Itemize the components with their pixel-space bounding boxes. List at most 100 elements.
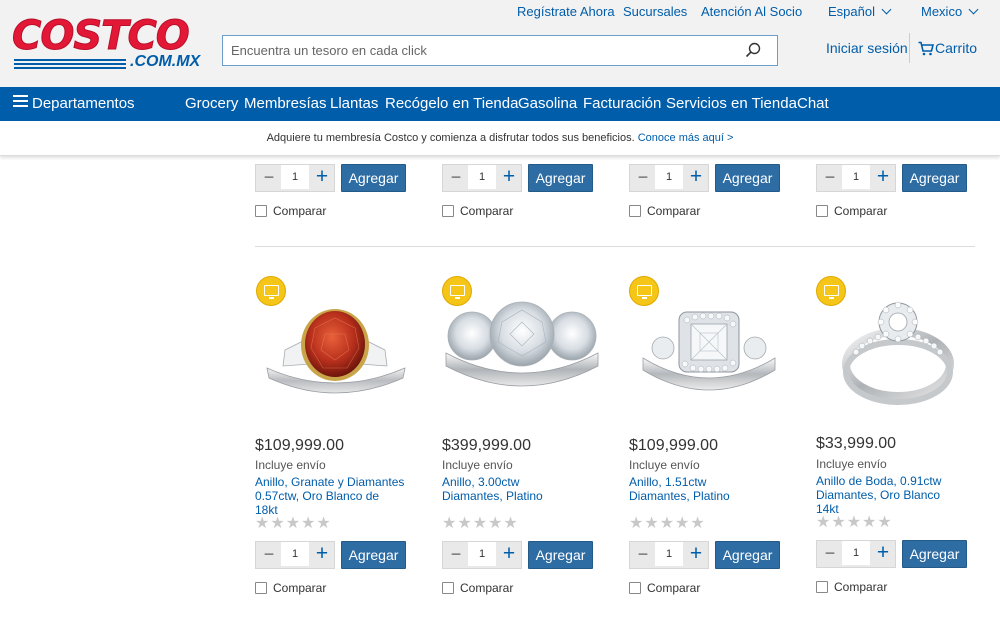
nav-item-chat[interactable]: Chat: [797, 95, 829, 112]
checkbox[interactable]: [442, 205, 454, 217]
checkbox[interactable]: [629, 205, 641, 217]
costco-logo[interactable]: COSTCO .COM.MX: [12, 14, 202, 72]
rating-stars: ★★★★★: [442, 515, 519, 532]
qty-decrease-button[interactable]: −: [820, 168, 840, 186]
product-title-link[interactable]: Anillo, 3.00ctw Diamantes, Platino: [442, 475, 582, 503]
product-price: $109,999.00: [255, 437, 344, 454]
checkbox[interactable]: [816, 205, 828, 217]
promo-link[interactable]: Conoce más aquí >: [638, 132, 734, 144]
compare-checkbox[interactable]: Comparar: [255, 204, 326, 218]
nav-item-servicios[interactable]: Servicios en Tienda: [666, 95, 797, 112]
search-bar: [222, 35, 778, 66]
qty-increase-button[interactable]: +: [312, 166, 332, 188]
qty-increase-button[interactable]: +: [686, 543, 706, 565]
checkbox[interactable]: [816, 581, 828, 593]
checkbox[interactable]: [255, 205, 267, 217]
compare-checkbox[interactable]: Comparar: [816, 204, 887, 218]
top-links: Regístrate Ahora Sucursales Atención Al …: [0, 4, 1000, 20]
qty-increase-button[interactable]: +: [873, 542, 893, 564]
qty-increase-button[interactable]: +: [312, 543, 332, 565]
product-image-halo-ring[interactable]: [629, 298, 789, 408]
qty-input[interactable]: 1: [655, 542, 683, 566]
compare-checkbox[interactable]: Comparar: [442, 581, 513, 595]
checkbox[interactable]: [629, 582, 641, 594]
hamburger-icon: [13, 95, 28, 107]
nav-item-grocery[interactable]: Grocery: [185, 95, 238, 112]
rating-stars: ★★★★★: [255, 515, 332, 532]
quantity-stepper: − 1 + Agregar: [816, 164, 969, 192]
qty-decrease-button[interactable]: −: [820, 544, 840, 562]
qty-increase-button[interactable]: +: [873, 166, 893, 188]
qty-increase-button[interactable]: +: [686, 166, 706, 188]
language-selector[interactable]: Español: [828, 4, 892, 19]
promo-text: Adquiere tu membresía Costco y comienza …: [266, 132, 635, 144]
qty-decrease-button[interactable]: −: [259, 545, 279, 563]
promo-banner: Adquiere tu membresía Costco y comienza …: [0, 121, 1000, 156]
product-title-link[interactable]: Anillo de Boda, 0.91ctw Diamantes, Oro B…: [816, 474, 966, 516]
product-image-three-diamond-ring[interactable]: [442, 298, 602, 408]
nav-item-facturacion[interactable]: Facturación: [583, 95, 661, 112]
nav-item-llantas[interactable]: Llantas: [330, 95, 378, 112]
departments-menu[interactable]: Departamentos: [13, 95, 135, 112]
compare-checkbox[interactable]: Comparar: [442, 204, 513, 218]
register-link[interactable]: Regístrate Ahora: [517, 4, 615, 19]
product-title-link[interactable]: Anillo, 1.51ctw Diamantes, Platino: [629, 475, 769, 503]
support-link[interactable]: Atención Al Socio: [701, 4, 802, 19]
signin-link[interactable]: Iniciar sesión: [826, 40, 908, 56]
compare-checkbox[interactable]: Comparar: [816, 580, 887, 594]
language-label: Español: [828, 4, 875, 19]
product-title-link[interactable]: Anillo, Granate y Diamantes 0.57ctw, Oro…: [255, 475, 405, 517]
qty-increase-button[interactable]: +: [499, 543, 519, 565]
add-to-cart-button[interactable]: Agregar: [902, 164, 967, 192]
qty-decrease-button[interactable]: −: [633, 168, 653, 186]
country-selector[interactable]: Mexico: [921, 4, 979, 19]
compare-checkbox[interactable]: Comparar: [255, 581, 326, 595]
add-to-cart-button[interactable]: Agregar: [715, 164, 780, 192]
nav-item-membresias[interactable]: Membresías: [244, 95, 327, 112]
qty-decrease-button[interactable]: −: [259, 168, 279, 186]
compare-label: Comparar: [834, 580, 888, 594]
cart-link[interactable]: Carrito: [918, 40, 977, 56]
quantity-stepper: − 1 + Agregar: [442, 541, 595, 569]
cart-label: Carrito: [935, 40, 978, 56]
add-to-cart-button[interactable]: Agregar: [341, 164, 406, 192]
checkbox[interactable]: [442, 582, 454, 594]
qty-decrease-button[interactable]: −: [633, 545, 653, 563]
qty-input[interactable]: 1: [281, 542, 309, 566]
stores-link[interactable]: Sucursales: [623, 4, 687, 19]
qty-increase-button[interactable]: +: [499, 166, 519, 188]
product-image-garnet-ring[interactable]: [255, 298, 415, 408]
nav-item-recogelo[interactable]: Recógelo en Tienda: [385, 95, 518, 112]
chevron-down-icon: [881, 4, 892, 15]
product-price: $399,999.00: [442, 437, 531, 454]
qty-input[interactable]: 1: [842, 165, 870, 189]
search-icon[interactable]: [745, 42, 761, 58]
add-to-cart-button[interactable]: Agregar: [528, 541, 593, 569]
add-to-cart-button[interactable]: Agregar: [528, 164, 593, 192]
logo-wordmark: COSTCO: [12, 13, 191, 59]
checkbox[interactable]: [255, 582, 267, 594]
rating-stars: ★★★★★: [816, 514, 893, 531]
nav-item-gasolina[interactable]: Gasolina: [518, 95, 577, 112]
qty-input[interactable]: 1: [468, 165, 496, 189]
qty-input[interactable]: 1: [468, 542, 496, 566]
compare-label: Comparar: [273, 581, 327, 595]
qty-decrease-button[interactable]: −: [446, 545, 466, 563]
qty-input[interactable]: 1: [842, 541, 870, 565]
shipping-note: Incluye envío: [255, 458, 326, 472]
search-input[interactable]: [223, 36, 723, 65]
qty-input[interactable]: 1: [281, 165, 309, 189]
quantity-stepper: − 1 + Agregar: [255, 164, 408, 192]
add-to-cart-button[interactable]: Agregar: [902, 540, 967, 568]
add-to-cart-button[interactable]: Agregar: [341, 541, 406, 569]
compare-label: Comparar: [834, 204, 888, 218]
add-to-cart-button[interactable]: Agregar: [715, 541, 780, 569]
departments-label: Departamentos: [32, 95, 135, 112]
rating-stars: ★★★★★: [629, 515, 706, 532]
compare-label: Comparar: [647, 204, 701, 218]
qty-input[interactable]: 1: [655, 165, 683, 189]
compare-checkbox[interactable]: Comparar: [629, 581, 700, 595]
compare-checkbox[interactable]: Comparar: [629, 204, 700, 218]
qty-decrease-button[interactable]: −: [446, 168, 466, 186]
product-image-wedding-set-ring[interactable]: [816, 298, 976, 408]
